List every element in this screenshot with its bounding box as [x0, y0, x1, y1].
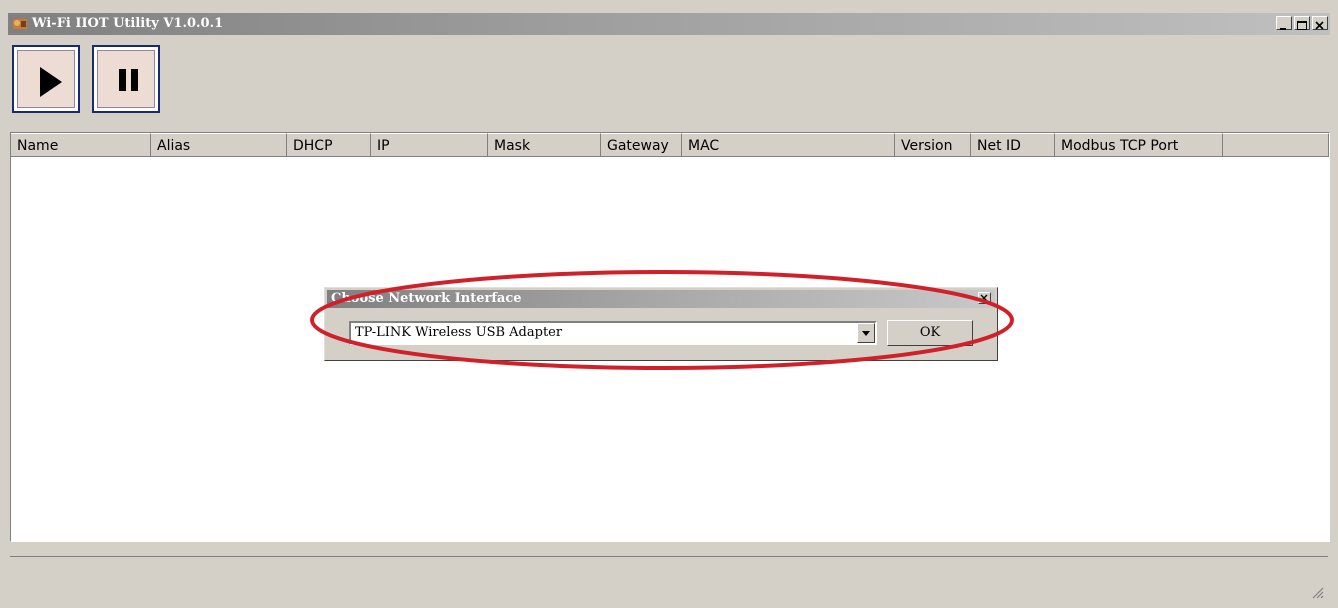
column-header-modbus-tcp-port[interactable]: Modbus TCP Port: [1055, 133, 1223, 157]
column-header-version[interactable]: Version: [895, 133, 971, 157]
column-header-ip[interactable]: IP: [371, 133, 488, 157]
column-header-name[interactable]: Name: [11, 133, 151, 157]
close-icon: [1315, 21, 1324, 30]
status-bar: [10, 556, 1328, 603]
play-button[interactable]: [12, 45, 80, 113]
minimize-button[interactable]: [1276, 16, 1292, 30]
pause-icon: [119, 69, 138, 91]
column-header-dhcp[interactable]: DHCP: [287, 133, 371, 157]
column-header-gateway[interactable]: Gateway: [601, 133, 682, 157]
column-header-alias[interactable]: Alias: [151, 133, 287, 157]
maximize-button[interactable]: [1294, 16, 1310, 30]
app-icon: [13, 19, 27, 29]
column-header-net-id[interactable]: Net ID: [971, 133, 1055, 157]
column-header-mac[interactable]: MAC: [682, 133, 895, 157]
window-title: Wi-Fi IIOT Utility V1.0.0.1: [32, 16, 224, 31]
column-header-mask[interactable]: Mask: [488, 133, 601, 157]
column-header-filler: [1223, 133, 1329, 157]
title-bar[interactable]: Wi-Fi IIOT Utility V1.0.0.1: [8, 13, 1330, 35]
pause-button[interactable]: [92, 45, 160, 113]
main-window: Wi-Fi IIOT Utility V1.0.0.1 Name Alias D…: [0, 0, 1338, 608]
minimize-icon: [1280, 28, 1286, 30]
maximize-icon: [1297, 21, 1307, 30]
list-header: Name Alias DHCP IP Mask Gateway MAC Vers…: [11, 133, 1329, 157]
resize-grip-icon[interactable]: [1310, 585, 1324, 599]
highlight-annotation: [310, 270, 1014, 370]
play-icon: [40, 67, 62, 97]
close-button[interactable]: [1312, 16, 1328, 30]
